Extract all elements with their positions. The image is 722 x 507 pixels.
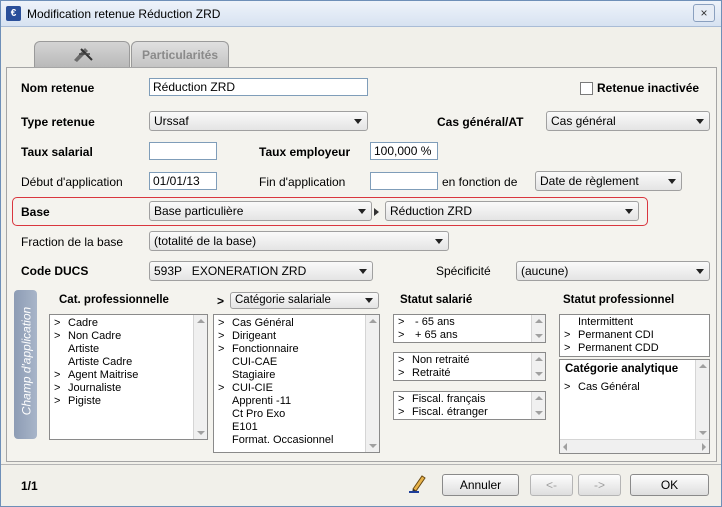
dialog-window: € Modification retenue Réduction ZRD × P… xyxy=(0,0,722,507)
specificite-select[interactable]: (aucune) xyxy=(516,261,710,281)
statut-fiscal-list[interactable]: > Fiscal. français > Fiscal. étranger xyxy=(393,391,546,420)
code-ducs-label: Code DUCS xyxy=(21,264,89,278)
scroll-up-icon xyxy=(535,396,543,400)
en-fonction-de-select[interactable]: Date de règlement xyxy=(535,171,682,191)
horizontal-scrollbar[interactable] xyxy=(560,439,709,453)
cat-analytique-list[interactable]: Catégorie analytique > Cas Général xyxy=(559,359,710,454)
ruler-compass-icon xyxy=(74,48,93,62)
debut-application-label: Début d'application xyxy=(21,175,123,189)
base-value: Base particulière xyxy=(154,204,244,218)
chevron-down-icon xyxy=(435,239,443,244)
code-ducs-value: 593P EXONERATION ZRD xyxy=(154,264,307,278)
footer-divider xyxy=(1,464,721,465)
scroll-down-icon xyxy=(535,411,543,415)
fraction-base-value: (totalité de la base) xyxy=(154,234,257,248)
chevron-down-icon xyxy=(668,179,676,184)
champ-application-label: Champ d'application xyxy=(19,306,34,416)
taux-employeur-field[interactable]: 100,000 % xyxy=(370,142,438,160)
close-button[interactable]: × xyxy=(693,4,715,22)
statut-pro-list[interactable]: Intermittent > Permanent CDI > Permanent C… xyxy=(559,314,710,357)
cat-pro-header: Cat. professionnelle xyxy=(59,294,169,306)
scroll-down-icon xyxy=(535,334,543,338)
chevron-down-icon xyxy=(365,298,373,303)
retenue-inactivee-label: Retenue inactivée xyxy=(597,81,700,95)
cat-salariale-list[interactable]: > Cas Général > Dirigeant > Fonctionnaire C… xyxy=(213,314,380,453)
taux-employeur-label: Taux employeur xyxy=(259,145,351,159)
champ-application-band: Champ d'application xyxy=(14,290,37,439)
app-logo-icon: € xyxy=(6,6,21,21)
previous-button[interactable]: <- xyxy=(530,474,573,496)
taux-salarial-label: Taux salarial xyxy=(21,145,93,159)
scroll-up-icon xyxy=(369,319,377,323)
tab-particularites[interactable]: Particularités xyxy=(131,41,229,67)
scroll-up-icon xyxy=(197,319,205,323)
cat-analytique-header: Catégorie analytique xyxy=(565,363,679,375)
base-sub-select[interactable]: Réduction ZRD xyxy=(385,201,639,221)
scrollbar[interactable] xyxy=(365,315,379,452)
scrollbar[interactable] xyxy=(531,392,545,419)
statut-salarie-header: Statut salarié xyxy=(400,294,473,306)
pencil-icon[interactable] xyxy=(407,473,429,493)
debut-application-field[interactable]: 01/01/13 xyxy=(149,172,217,190)
next-button[interactable]: -> xyxy=(578,474,621,496)
scroll-right-icon xyxy=(702,443,706,451)
annuler-button[interactable]: Annuler xyxy=(442,474,519,496)
chevron-right-icon xyxy=(374,208,379,216)
fraction-base-label: Fraction de la base xyxy=(21,235,124,249)
retenue-inactivee-checkbox[interactable] xyxy=(580,82,593,95)
chevron-down-icon xyxy=(696,269,704,274)
specificite-value: (aucune) xyxy=(521,264,569,278)
scroll-down-icon xyxy=(369,444,377,448)
cat-salariale-value: Catégorie salariale xyxy=(235,294,331,306)
scroll-down-icon xyxy=(699,431,707,435)
pager: 1/1 xyxy=(21,479,38,493)
statut-age-list[interactable]: > - 65 ans > + 65 ans xyxy=(393,314,546,343)
fraction-base-select[interactable]: (totalité de la base) xyxy=(149,231,449,251)
nom-retenue-label: Nom retenue xyxy=(21,81,95,95)
nom-retenue-field[interactable]: Réduction ZRD xyxy=(149,78,368,96)
title-bar[interactable]: € Modification retenue Réduction ZRD × xyxy=(1,1,721,27)
fin-application-label: Fin d'application xyxy=(259,175,346,189)
en-fonction-de-value: Date de règlement xyxy=(540,174,639,188)
cat-salariale-select[interactable]: Catégorie salariale xyxy=(230,292,379,309)
scroll-up-icon xyxy=(535,319,543,323)
scroll-left-icon xyxy=(563,443,567,451)
cat-pro-list[interactable]: > Cadre > Non Cadre Artiste Artiste Cadre … xyxy=(49,314,208,440)
base-sub-value: Réduction ZRD xyxy=(390,204,473,218)
scroll-down-icon xyxy=(197,431,205,435)
base-label: Base xyxy=(21,205,50,219)
taux-salarial-field[interactable] xyxy=(149,142,217,160)
ok-button[interactable]: OK xyxy=(630,474,709,496)
chevron-down-icon xyxy=(625,209,633,214)
chevron-down-icon xyxy=(696,119,704,124)
tab-general[interactable] xyxy=(34,41,130,67)
window-title: Modification retenue Réduction ZRD xyxy=(27,7,221,21)
code-ducs-select[interactable]: 593P EXONERATION ZRD xyxy=(149,261,373,281)
scroll-up-icon xyxy=(535,357,543,361)
cas-general-select[interactable]: Cas général xyxy=(546,111,710,131)
scrollbar[interactable] xyxy=(531,315,545,342)
statut-retraite-list[interactable]: > Non retraité > Retraité xyxy=(393,352,546,381)
type-retenue-value: Urssaf xyxy=(154,114,189,128)
cas-general-label: Cas général/AT xyxy=(437,115,524,129)
cat-salariale-prefix: > xyxy=(217,294,225,308)
chevron-down-icon xyxy=(354,119,362,124)
chevron-down-icon xyxy=(359,269,367,274)
chevron-down-icon xyxy=(358,209,366,214)
scrollbar[interactable] xyxy=(531,353,545,380)
scroll-down-icon xyxy=(535,372,543,376)
type-retenue-label: Type retenue xyxy=(21,115,95,129)
type-retenue-select[interactable]: Urssaf xyxy=(149,111,368,131)
specificite-label: Spécificité xyxy=(436,264,491,278)
fin-application-field[interactable] xyxy=(370,172,438,190)
scrollbar[interactable] xyxy=(193,315,207,439)
scrollbar[interactable] xyxy=(695,360,709,439)
scroll-up-icon xyxy=(699,364,707,368)
cas-general-value: Cas général xyxy=(551,114,616,128)
statut-pro-header: Statut professionnel xyxy=(563,294,675,306)
en-fonction-de-label: en fonction de xyxy=(442,175,518,189)
base-select[interactable]: Base particulière xyxy=(149,201,372,221)
